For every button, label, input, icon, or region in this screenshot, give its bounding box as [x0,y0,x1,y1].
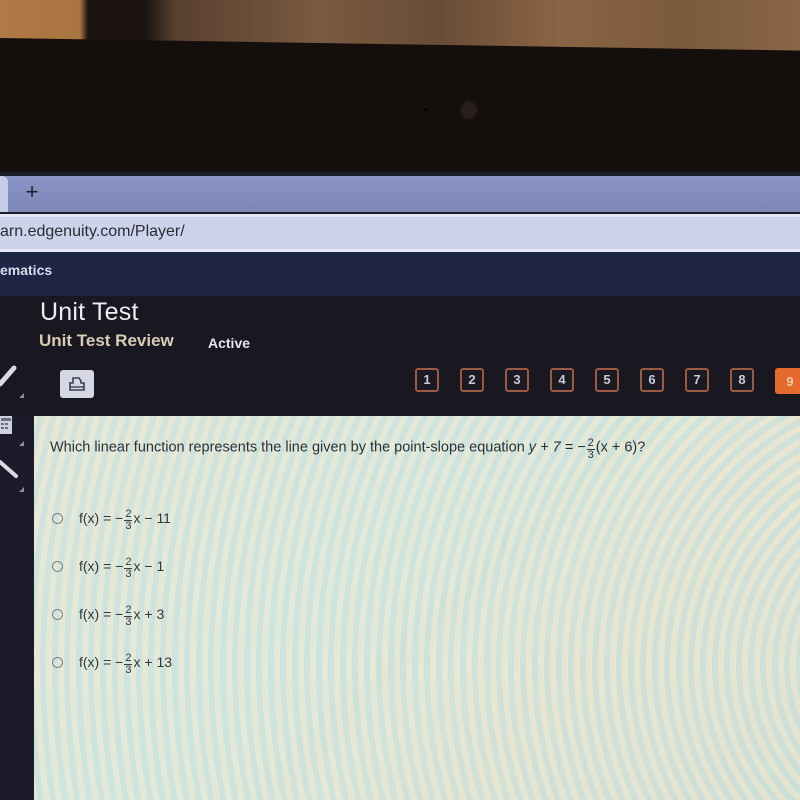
tool-expand-corner [19,487,24,492]
course-bar: ematics [0,252,800,296]
fraction-numerator: 2 [124,651,133,665]
question-button-7[interactable]: 7 [685,368,709,392]
print-button[interactable] [60,370,94,398]
fraction-denominator: 3 [125,615,132,628]
pencil-tool[interactable] [0,360,26,400]
tool-expand-corner [19,393,24,398]
question-navigation: 1 2 3 4 5 6 7 8 9 [415,368,800,398]
fraction-denominator: 3 [125,519,132,532]
course-name[interactable]: ematics [0,262,52,278]
fraction-denominator: 3 [587,449,594,461]
calculator-icon [0,416,12,434]
highlighter-icon [0,460,18,478]
tool-expand-corner [19,441,24,446]
page-title: Unit Test [40,298,139,326]
answer-option-2[interactable]: f(x) = −2 3 x − 1 [52,542,172,590]
option-rhs: x + 3 [133,606,165,622]
address-bar[interactable]: arn.edgenuity.com/Player/ [0,214,800,253]
activity-header: Unit Test Unit Test Review Active 1 2 3 … [0,296,800,416]
question-button-1[interactable]: 1 [415,368,439,392]
option-fraction: 23 [124,555,133,580]
new-tab-button[interactable]: + [20,178,44,206]
laptop-bezel [0,38,800,191]
question-button-8[interactable]: 8 [730,368,754,392]
option-rhs: x − 1 [133,558,165,574]
question-equation-rhs: (x + 6)? [595,439,646,456]
question-text: Which linear function represents the lin… [50,436,646,461]
option-fraction: 23 [124,603,133,628]
answer-options: f(x) = −2 3 x − 11 f(x) = −2 3 x − 1 f(x) = … [52,494,172,686]
browser-tab[interactable] [0,176,8,212]
fraction-numerator: 2 [124,507,133,521]
option-rhs: x − 11 [133,510,171,526]
browser-tab-bar: + [0,176,800,212]
question-equation-lhs: y + 7 = − [528,439,586,456]
question-button-4[interactable]: 4 [550,368,574,392]
question-panel: Which linear function represents the lin… [34,416,800,800]
screen: + arn.edgenuity.com/Player/ ematics Unit… [0,172,800,800]
radio-button[interactable] [52,560,63,572]
highlighter-tool[interactable] [0,454,26,494]
option-lhs: f(x) = − [79,654,124,670]
webcam [462,102,476,118]
fraction-denominator: 3 [125,567,132,580]
answer-option-4[interactable]: f(x) = −2 3 x + 13 [52,638,172,686]
activity-subtitle: Unit Test Review [39,331,174,350]
url-text[interactable]: arn.edgenuity.com/Player/ [0,223,185,241]
printer-icon [69,377,85,391]
pencil-icon [0,365,17,387]
question-button-2[interactable]: 2 [460,368,484,392]
answer-option-1[interactable]: f(x) = −2 3 x − 11 [52,494,172,542]
radio-button[interactable] [52,608,63,620]
option-rhs: x + 13 [133,654,173,670]
fraction-denominator: 3 [125,663,132,676]
option-lhs: f(x) = − [79,558,124,574]
answer-option-3[interactable]: f(x) = −2 3 x + 3 [52,590,172,638]
question-button-9-current[interactable]: 9 [775,368,800,394]
bezel-sensor [424,108,427,111]
radio-button[interactable] [52,656,63,668]
question-button-5[interactable]: 5 [595,368,619,392]
calculator-tool[interactable] [0,408,26,448]
question-button-3[interactable]: 3 [505,368,529,392]
status-label: Active [208,335,251,351]
fraction-numerator: 2 [124,603,133,617]
option-lhs: f(x) = − [79,510,124,526]
radio-button[interactable] [52,512,63,524]
question-fraction: 23 [586,438,595,461]
question-button-6[interactable]: 6 [640,368,664,392]
option-fraction: 23 [124,651,133,676]
question-prefix: Which linear function represents the lin… [50,439,529,456]
fraction-numerator: 2 [124,555,133,569]
option-lhs: f(x) = − [79,606,124,622]
option-fraction: 23 [124,507,133,532]
